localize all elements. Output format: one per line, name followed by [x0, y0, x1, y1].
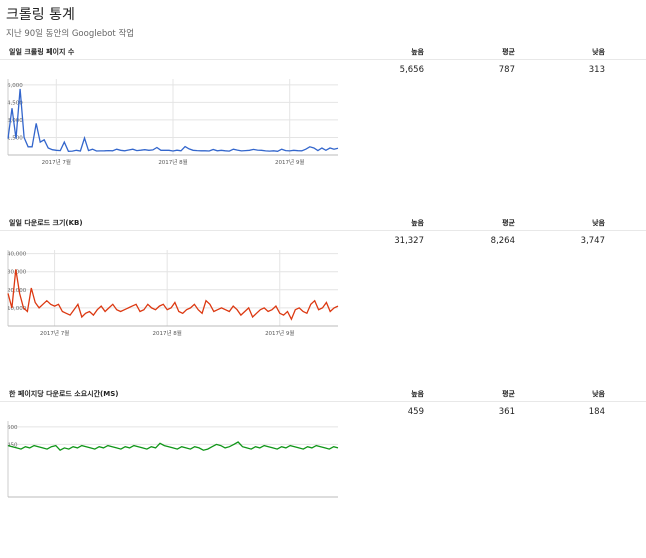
- x-tick-label: 2017년 8월: [152, 329, 181, 337]
- crawled-pages-section: 일일 크롤링 페이지 수 높음 평균 낮음 5,656 787 313 1,50…: [0, 45, 646, 216]
- high-value: 5,656: [399, 65, 424, 75]
- y-tick-label: 600: [7, 425, 18, 431]
- download-time-section: 한 페이지당 다운로드 소요시간(MS) 높음 평균 낮음 459 361 18…: [0, 387, 646, 558]
- page-subtitle: 지난 90일 동안의 Googlebot 작업: [6, 29, 135, 39]
- x-tick-label: 2017년 8월: [158, 158, 187, 166]
- y-tick-label: 40,000: [7, 252, 27, 258]
- high-label: 높음: [411, 219, 424, 227]
- high-value: 459: [407, 407, 424, 417]
- section-title: 한 페이지당 다운로드 소요시간(MS): [9, 390, 119, 398]
- crawled-pages-chart: 1,5003,0004,5006,0002017년 7월 2017년 8월 2017…: [7, 79, 339, 166]
- low-value: 313: [588, 65, 605, 75]
- y-tick-label: 20,000: [7, 288, 27, 294]
- avg-value: 361: [498, 407, 515, 417]
- low-value: 3,747: [580, 236, 605, 246]
- avg-label: 평균: [502, 390, 515, 398]
- high-label: 높음: [411, 390, 424, 398]
- x-tick-label: 2017년 7월: [40, 329, 69, 337]
- series-line: [7, 269, 339, 321]
- x-tick-label: 2017년 7월: [42, 158, 71, 166]
- section-header: 한 페이지당 다운로드 소요시간(MS) 높음 평균 낮음: [0, 387, 646, 402]
- page-title: 크롤링 통계: [6, 7, 75, 23]
- high-label: 높음: [411, 48, 424, 56]
- x-tick-label: 2017년 9월: [275, 158, 304, 166]
- avg-value: 787: [498, 65, 515, 75]
- section-header: 일일 크롤링 페이지 수 높음 평균 낮음: [0, 45, 646, 60]
- download-time-chart: 450600: [7, 421, 339, 498]
- high-value: 31,327: [394, 236, 424, 246]
- low-label: 낮음: [592, 390, 605, 398]
- avg-label: 평균: [502, 219, 515, 227]
- low-label: 낮음: [592, 48, 605, 56]
- section-title: 일일 크롤링 페이지 수: [9, 48, 75, 56]
- low-value: 184: [588, 407, 605, 417]
- low-label: 낮음: [592, 219, 605, 227]
- y-tick-label: 6,000: [7, 83, 23, 89]
- avg-label: 평균: [502, 48, 515, 56]
- download-size-chart: 10,00020,00030,00040,0002017년 7월 2017년 8월…: [7, 250, 339, 337]
- section-title: 일일 다운로드 크기(KB): [9, 219, 83, 227]
- download-size-section: 일일 다운로드 크기(KB) 높음 평균 낮음 31,327 8,264 3,7…: [0, 216, 646, 387]
- avg-value: 8,264: [490, 236, 515, 246]
- x-tick-label: 2017년 9월: [265, 329, 294, 337]
- section-header: 일일 다운로드 크기(KB) 높음 평균 낮음: [0, 216, 646, 231]
